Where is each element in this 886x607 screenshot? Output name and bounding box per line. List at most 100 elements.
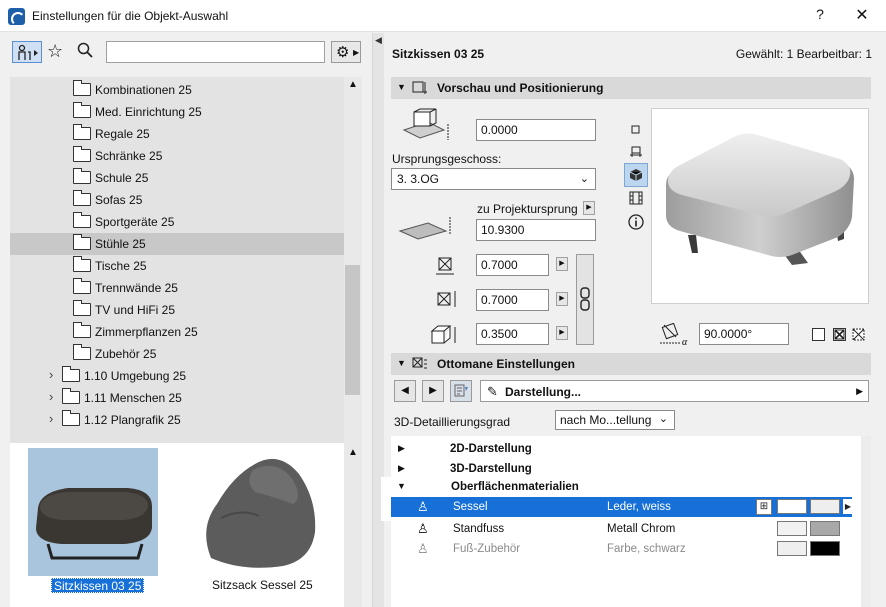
- help-button[interactable]: ?: [812, 6, 828, 22]
- preview-scrollbar[interactable]: ▲: [344, 443, 362, 607]
- previous-page-button[interactable]: ◀: [394, 380, 416, 402]
- tree-item[interactable]: Zubehör 25: [10, 343, 344, 365]
- object-thumbnail-sitzkissen[interactable]: [28, 448, 158, 576]
- tree-item-label: Trennwände 25: [95, 281, 178, 295]
- view-film-button[interactable]: [624, 186, 648, 210]
- material-swatch-2[interactable]: [810, 541, 840, 556]
- detail-level-dropdown[interactable]: nach Mo...tellung ⌄: [555, 410, 675, 430]
- expand-arrow-icon[interactable]: ›: [49, 411, 53, 426]
- material-swatch-2[interactable]: [810, 499, 840, 514]
- expand-triangle-icon[interactable]: ▶: [398, 443, 405, 454]
- parameter-group-row[interactable]: ▶ 2D-Darstellung: [391, 439, 861, 459]
- tree-item[interactable]: Tische 25: [10, 255, 344, 277]
- tree-item[interactable]: Schule 25: [10, 167, 344, 189]
- object-thumbnail-sitzsack[interactable]: [193, 448, 323, 576]
- thumbnail-caption[interactable]: Sitzsack Sessel 25: [212, 578, 313, 592]
- section-ottomane-header[interactable]: ▼ Ottomane Einstellungen: [391, 353, 871, 375]
- material-swatch-1[interactable]: [777, 499, 807, 514]
- tree-item[interactable]: › 1.12 Plangrafik 25: [10, 409, 344, 431]
- tree-item[interactable]: › 1.11 Menschen 25: [10, 387, 344, 409]
- view-3d-button[interactable]: [624, 163, 648, 187]
- scroll-up-icon[interactable]: ▲: [348, 447, 358, 458]
- window-title: Einstellungen für die Objekt-Auswahl: [32, 9, 229, 23]
- tree-item[interactable]: Schränke 25: [10, 145, 344, 167]
- next-page-button[interactable]: ▶: [422, 380, 444, 402]
- tree-item[interactable]: TV und HiFi 25: [10, 299, 344, 321]
- arrow-right-icon: ▶: [353, 48, 360, 57]
- dim-y-input[interactable]: 0.7000: [476, 289, 549, 311]
- gear-icon: ⚙: [336, 44, 350, 61]
- tree-item-label: Sofas 25: [95, 193, 143, 207]
- ottoman-3d-render: [666, 133, 854, 265]
- tree-item[interactable]: Zimmerpflanzen 25: [10, 321, 344, 343]
- project-origin-input[interactable]: 10.9300: [476, 219, 596, 241]
- mirror-y-checkbox[interactable]: [852, 328, 865, 341]
- tree-item-label: Sportgeräte 25: [95, 215, 175, 229]
- tree-scrollbar[interactable]: ▲ ▼: [344, 77, 362, 466]
- page-list-button[interactable]: [450, 380, 472, 402]
- library-settings-button[interactable]: ⚙ ▶: [331, 41, 361, 63]
- tree-item-label: Zubehör 25: [95, 347, 157, 361]
- library-view-button[interactable]: [12, 41, 42, 63]
- mirror-none-checkbox[interactable]: [812, 328, 825, 341]
- collapse-left-icon[interactable]: ◀: [375, 35, 382, 46]
- search-icon[interactable]: [77, 42, 93, 61]
- dropdown-value: 3. 3.OG: [397, 172, 440, 186]
- home-story-dropdown[interactable]: 3. 3.OG ⌄: [391, 168, 596, 190]
- mirror-x-checkbox[interactable]: [833, 328, 846, 341]
- favorites-star-icon[interactable]: ☆: [47, 41, 63, 61]
- tree-item[interactable]: Med. Einrichtung 25: [10, 101, 344, 123]
- expand-triangle-icon[interactable]: ▶: [398, 463, 405, 474]
- material-swatch-1[interactable]: [777, 541, 807, 556]
- close-button[interactable]: ✕: [852, 5, 872, 25]
- view-section-button[interactable]: [624, 140, 648, 164]
- elevation-input[interactable]: 0.0000: [476, 119, 596, 141]
- tree-item[interactable]: Sofas 25: [10, 189, 344, 211]
- material-row-selected[interactable]: ♙ Sessel Leder, weiss ⊞ ▶: [391, 497, 853, 517]
- dim-z-menu-button[interactable]: ▶: [556, 326, 568, 340]
- material-row[interactable]: ♙ Fuß-Zubehör Farbe, schwarz: [391, 539, 852, 559]
- page-selector[interactable]: ✎ Darstellung... ▶: [480, 380, 869, 402]
- info-button[interactable]: [624, 210, 648, 234]
- section-preview-header[interactable]: ▼ Vorschau und Positionierung: [391, 77, 871, 99]
- expand-triangle-icon: ▼: [397, 358, 406, 368]
- search-input[interactable]: [106, 41, 325, 63]
- dim-x-menu-button[interactable]: ▶: [556, 257, 568, 271]
- tree-item[interactable]: Trennwände 25: [10, 277, 344, 299]
- arrow-right-icon[interactable]: ▶: [843, 499, 853, 514]
- scroll-up-icon[interactable]: ▲: [348, 79, 358, 90]
- title-bar: Einstellungen für die Objekt-Auswahl ? ✕: [0, 0, 886, 32]
- tree-item[interactable]: Stühle 25: [10, 233, 344, 255]
- tree-item[interactable]: Sportgeräte 25: [10, 211, 344, 233]
- expand-arrow-icon[interactable]: ›: [49, 389, 53, 404]
- parameter-group-row[interactable]: ▶ 3D-Darstellung: [391, 459, 861, 479]
- dim-x-input[interactable]: 0.7000: [476, 254, 549, 276]
- tree-item[interactable]: › 1.10 Umgebung 25: [10, 365, 344, 387]
- expand-triangle-icon[interactable]: ▼: [397, 481, 406, 491]
- material-picker-icon[interactable]: ⊞: [756, 499, 772, 515]
- group-label: Oberflächenmaterialien: [451, 481, 579, 493]
- material-row[interactable]: ♙ Standfuss Metall Chrom: [391, 519, 852, 539]
- scroll-thumb[interactable]: [345, 265, 360, 395]
- tree-item[interactable]: Regale 25: [10, 123, 344, 145]
- parameter-group-row[interactable]: ▼ Oberflächenmaterialien: [381, 477, 851, 497]
- ottoman-thumbnail-image: [36, 488, 152, 560]
- view-2d-button[interactable]: [624, 118, 648, 142]
- expand-arrow-icon[interactable]: ›: [49, 367, 53, 382]
- material-value: Farbe, schwarz: [607, 543, 686, 555]
- rotation-angle-input[interactable]: 90.0000°: [699, 323, 789, 345]
- tree-item[interactable]: Kombinationen 25: [10, 79, 344, 101]
- thumbnail-caption-selected[interactable]: Sitzkissen 03 25: [51, 578, 145, 593]
- tree-item-label: Schule 25: [95, 171, 149, 185]
- parameter-scrollbar[interactable]: [861, 436, 871, 607]
- project-origin-menu-button[interactable]: ▶: [583, 201, 595, 215]
- dim-y-menu-button[interactable]: ▶: [556, 292, 568, 306]
- object-3d-preview[interactable]: [651, 108, 869, 304]
- folder-icon: [62, 410, 80, 426]
- people-icon: [18, 44, 38, 60]
- link-proportions-button[interactable]: [576, 254, 594, 345]
- dim-z-input[interactable]: 0.3500: [476, 323, 549, 345]
- material-swatch-2[interactable]: [810, 521, 840, 536]
- chevron-down-icon: ⌄: [579, 173, 589, 185]
- material-swatch-1[interactable]: [777, 521, 807, 536]
